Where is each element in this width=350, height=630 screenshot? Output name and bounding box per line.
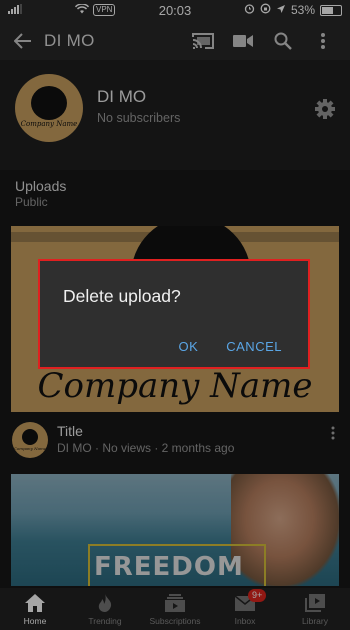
ok-button[interactable]: OK bbox=[174, 337, 202, 356]
delete-dialog: Delete upload? OK CANCEL bbox=[38, 259, 310, 369]
dialog-title: Delete upload? bbox=[63, 286, 181, 306]
cancel-button[interactable]: CANCEL bbox=[222, 337, 286, 356]
